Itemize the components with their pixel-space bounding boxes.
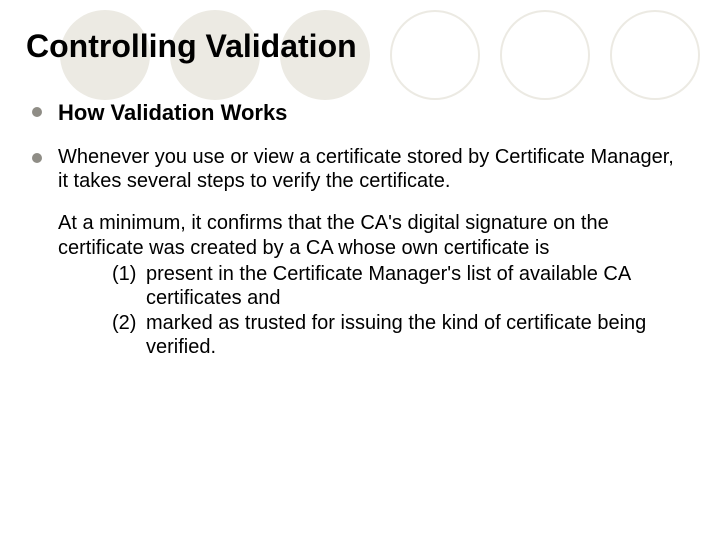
slide-title: Controlling Validation (26, 28, 680, 65)
sublist-text: marked as trusted for issuing the kind o… (146, 311, 680, 360)
subheading-text: How Validation Works (58, 99, 287, 127)
bullet-body-row: Whenever you use or view a certificate s… (32, 145, 680, 194)
slide-content: Controlling Validation How Validation Wo… (0, 0, 720, 380)
paragraph-2-intro: At a minimum, it confirms that the CA's … (58, 211, 680, 260)
sublist-text: present in the Certificate Manager's lis… (146, 262, 680, 311)
sublist-number: (2) (112, 311, 146, 335)
bullet-subheading-row: How Validation Works (32, 99, 680, 127)
bullet-icon (32, 107, 42, 117)
paragraph-1: Whenever you use or view a certificate s… (58, 145, 680, 194)
numbered-sublist: (1) present in the Certificate Manager's… (112, 262, 680, 360)
sublist-item-2: (2) marked as trusted for issuing the ki… (112, 311, 680, 360)
sublist-number: (1) (112, 262, 146, 286)
sublist-item-1: (1) present in the Certificate Manager's… (112, 262, 680, 311)
bullet-icon (32, 153, 42, 163)
